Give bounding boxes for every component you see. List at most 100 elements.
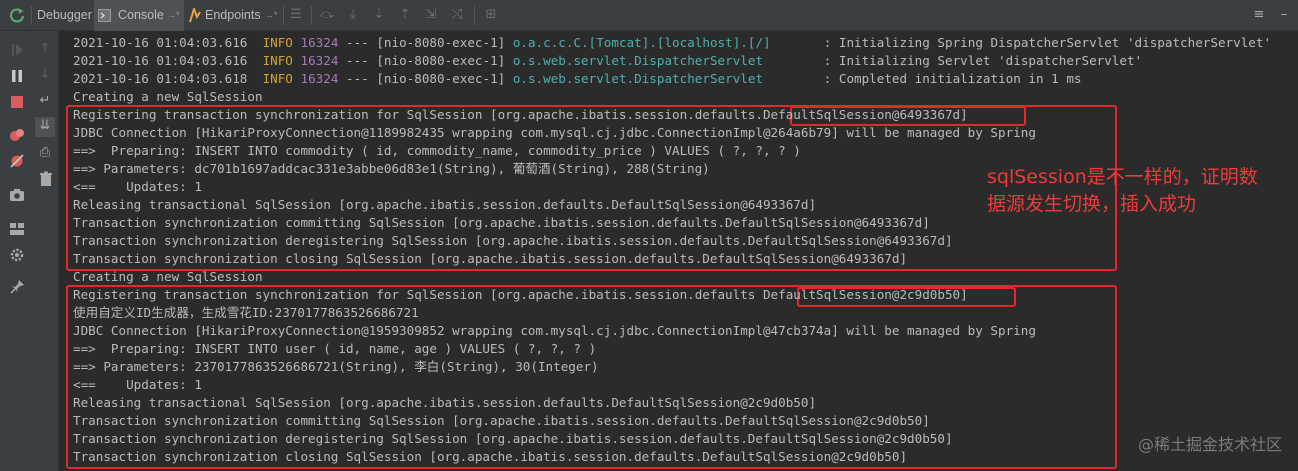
- log-segment: Creating a new SqlSession: [73, 89, 263, 104]
- step-over-icon[interactable]: ⤓: [344, 6, 362, 24]
- layout-grid-icon[interactable]: ☰: [287, 6, 305, 24]
- console-icon: [98, 9, 111, 22]
- pin-tab-icon[interactable]: →*: [265, 0, 278, 31]
- log-segment: o.a.c.c.C.[Tomcat].[localhost].[/]: [512, 35, 817, 50]
- pin-icon[interactable]: [9, 279, 25, 295]
- log-segment: o.s.web.servlet.DispatcherServlet: [512, 71, 817, 86]
- tool-window-header: Debugger Console →* Endpoints →* ☰ ⤼ ⤓ ⇣…: [0, 0, 1298, 31]
- separator: [311, 6, 312, 25]
- tab-console[interactable]: Console →*: [94, 0, 184, 31]
- down-arrow-icon[interactable]: ↓: [36, 66, 54, 84]
- log-line: JDBC Connection [HikariProxyConnection@1…: [73, 322, 1036, 340]
- log-segment: 16324: [300, 35, 339, 50]
- log-segment: Releasing transactional SqlSession [org.…: [73, 197, 817, 212]
- log-segment: 16324: [300, 53, 339, 68]
- log-line: Transaction synchronization committing S…: [73, 214, 930, 232]
- log-segment: JDBC Connection [HikariProxyConnection@1…: [73, 323, 1036, 338]
- log-segment: --- [nio-8080-exec-1]: [338, 71, 513, 86]
- log-segment: INFO: [262, 53, 293, 68]
- rerun-icon[interactable]: [9, 7, 25, 23]
- tab-debugger[interactable]: Debugger: [33, 0, 92, 31]
- log-segment: 16324: [300, 71, 339, 86]
- settings-icon[interactable]: [9, 247, 25, 263]
- annotation-line-1: sqlSession是不一样的，证明数: [987, 166, 1258, 188]
- up-arrow-icon[interactable]: ↑: [36, 40, 54, 58]
- log-line: <== Updates: 1: [73, 376, 202, 394]
- annotation-note: sqlSession是不一样的，证明数 据源发生切换，插入成功: [987, 164, 1298, 218]
- log-line: 使用自定义ID生成器，生成雪花ID:2370177863526686721: [73, 304, 419, 322]
- separator: [31, 6, 32, 25]
- log-line: ==> Parameters: dc701b1697addcac331e3abb…: [73, 160, 710, 178]
- run-to-cursor-icon[interactable]: ⇲: [422, 6, 440, 24]
- log-line: Transaction synchronization closing SqlS…: [73, 448, 907, 466]
- log-segment: ==> Parameters: dc701b1697addcac331e3abb…: [73, 161, 710, 176]
- log-line: JDBC Connection [HikariProxyConnection@1…: [73, 124, 1036, 142]
- log-line: ==> Parameters: 2370177863526686721(Stri…: [73, 358, 599, 376]
- minimize-icon[interactable]: –: [1275, 6, 1293, 24]
- soft-wrap-icon[interactable]: ↵: [36, 92, 54, 110]
- view-breakpoints-icon[interactable]: [9, 127, 25, 143]
- pause-icon[interactable]: [9, 68, 25, 84]
- log-line: Registering transaction synchronization …: [73, 286, 968, 304]
- tab-endpoints[interactable]: Endpoints →*: [186, 0, 280, 31]
- log-segment: --- [nio-8080-exec-1]: [338, 53, 513, 68]
- resume-icon[interactable]: [9, 42, 25, 58]
- log-line: <== Updates: 1: [73, 178, 202, 196]
- mute-breakpoints-icon[interactable]: [9, 153, 25, 169]
- log-line: Transaction synchronization deregisterin…: [73, 232, 953, 250]
- log-segment: Registering transaction synchronization …: [73, 287, 968, 302]
- log-segment: Transaction synchronization committing S…: [73, 413, 930, 428]
- log-segment: Transaction synchronization deregisterin…: [73, 431, 953, 446]
- log-segment: 2021-10-16 01:04:03.618: [73, 71, 263, 86]
- log-line: Releasing transactional SqlSession [org.…: [73, 394, 816, 412]
- show-execution-point-icon[interactable]: ⤼: [318, 6, 336, 24]
- clear-all-icon[interactable]: [38, 171, 54, 187]
- log-segment: ==> Preparing: INSERT INTO commodity ( i…: [73, 143, 801, 158]
- step-out-icon[interactable]: ⇡: [396, 6, 414, 24]
- log-segment: [293, 35, 301, 50]
- log-segment: [293, 71, 301, 86]
- log-segment: o.s.web.servlet.DispatcherServlet: [512, 53, 817, 68]
- log-segment: 使用自定义ID生成器，生成雪花ID:2370177863526686721: [73, 305, 419, 320]
- log-segment: JDBC Connection [HikariProxyConnection@1…: [73, 125, 1036, 140]
- log-segment: ==> Preparing: INSERT INTO user ( id, na…: [73, 341, 597, 356]
- layout-icon[interactable]: [9, 221, 25, 237]
- log-segment: INFO: [262, 71, 293, 86]
- print-icon[interactable]: ⎙: [36, 144, 54, 162]
- pin-tab-icon[interactable]: →*: [167, 0, 180, 31]
- log-segment: <== Updates: 1: [73, 179, 202, 194]
- console-output[interactable]: 2021-10-16 01:04:03.616 INFO 16324 --- […: [60, 31, 1298, 471]
- log-line: 2021-10-16 01:04:03.616 INFO 16324 --- […: [73, 34, 1271, 52]
- tab-console-label: Console: [118, 8, 164, 22]
- stop-icon[interactable]: [9, 94, 25, 110]
- step-into-icon[interactable]: ⇣: [370, 6, 388, 24]
- annotation-line-2: 据源发生切换，插入成功: [987, 193, 1197, 215]
- log-segment: --- [nio-8080-exec-1]: [338, 35, 513, 50]
- separator: [474, 6, 475, 25]
- log-line: Registering transaction synchronization …: [73, 106, 968, 124]
- menu-lines-icon[interactable]: ≡: [1250, 6, 1268, 24]
- table-view-icon[interactable]: ⊞: [482, 6, 500, 24]
- log-line: 2021-10-16 01:04:03.616 INFO 16324 --- […: [73, 52, 1142, 70]
- watermark: @稀土掘金技术社区: [1137, 435, 1282, 454]
- log-segment: Releasing transactional SqlSession [org.…: [73, 395, 817, 410]
- log-line: Transaction synchronization committing S…: [73, 412, 930, 430]
- log-segment: Transaction synchronization committing S…: [73, 215, 930, 230]
- log-segment: : Completed initialization in 1 ms: [816, 71, 1082, 86]
- debug-toolbar: [0, 31, 32, 471]
- log-line: Releasing transactional SqlSession [org.…: [73, 196, 816, 214]
- log-segment: 2021-10-16 01:04:03.616: [73, 53, 263, 68]
- tab-debugger-label: Debugger: [37, 8, 92, 22]
- console-toolbar: ↑ ↓ ↵ ⇊ ⎙: [32, 31, 59, 471]
- log-line: Creating a new SqlSession: [73, 88, 263, 106]
- log-segment: : Initializing Servlet 'dispatcherServle…: [816, 53, 1143, 68]
- log-line: 2021-10-16 01:04:03.618 INFO 16324 --- […: [73, 70, 1081, 88]
- evaluate-expression-icon[interactable]: ⤭: [448, 6, 466, 24]
- endpoints-icon: [189, 8, 201, 23]
- scroll-to-end-icon[interactable]: ⇊: [35, 117, 55, 137]
- log-line: Transaction synchronization closing SqlS…: [73, 250, 907, 268]
- log-segment: INFO: [262, 35, 293, 50]
- separator: [283, 6, 284, 25]
- camera-icon[interactable]: [9, 187, 25, 203]
- log-segment: : Initializing Spring DispatcherServlet …: [816, 35, 1272, 50]
